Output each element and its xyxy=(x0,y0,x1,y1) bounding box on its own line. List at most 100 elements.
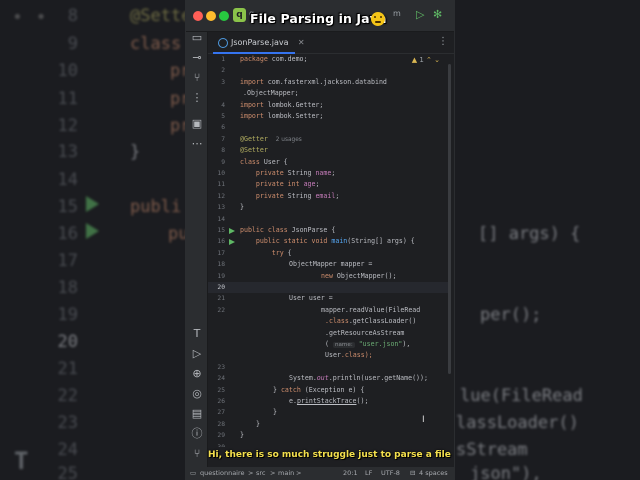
background-line-number: 19 xyxy=(57,305,78,325)
code-line: 27 } xyxy=(208,407,448,418)
tool-window-strip: ▭ ⊸ ⑂ ⋮ ▣ ⋯ T ▷ ⊕ ◎ ▤ ⓘ ⑂ xyxy=(186,32,208,480)
run-gutter-icon[interactable] xyxy=(229,227,235,234)
caret-position[interactable]: 20:1 xyxy=(343,467,358,480)
background-run-icon xyxy=(86,223,99,239)
line-number: 15 xyxy=(217,227,225,234)
line-number: 3 xyxy=(221,78,225,86)
terminal-icon[interactable]: ▤ xyxy=(191,408,203,420)
maven-icon[interactable]: T xyxy=(191,328,203,340)
code-text: JsonParse { xyxy=(287,226,336,234)
code-line: 28 } xyxy=(208,419,448,430)
code-editor[interactable]: ▲ 1 ⌃ ⌄ 1 package com.demo; 2 3 import c… xyxy=(208,54,454,447)
code-line: 14 xyxy=(208,214,448,225)
editor-scrollbar[interactable] xyxy=(448,64,451,374)
background-line-number: 21 xyxy=(57,359,78,379)
code-line: 29 } xyxy=(208,430,448,441)
background-line-number: 18 xyxy=(57,278,78,298)
run-icon[interactable]: ▷ xyxy=(416,8,424,21)
subtitle-caption: Hi, there is so much struggle just to pa… xyxy=(208,447,454,467)
field-name: out xyxy=(316,374,329,383)
services-icon[interactable]: ⊕ xyxy=(191,368,203,380)
zoom-window-button[interactable] xyxy=(219,11,229,21)
more-vertical-icon[interactable]: ⋮ xyxy=(438,36,448,47)
code-text: } xyxy=(273,408,277,417)
code-line: 18 ObjectMapper mapper = xyxy=(208,259,448,270)
code-text: ObjectMapper(); xyxy=(332,271,397,280)
line-ending[interactable]: LF xyxy=(365,467,372,480)
close-window-button[interactable] xyxy=(193,11,203,21)
breadcrumb-src[interactable]: src xyxy=(256,467,266,480)
git-icon[interactable]: ⑂ xyxy=(191,448,203,460)
background-line-number: 12 xyxy=(57,116,78,136)
tab-jsonparse[interactable]: JsonParse.java ✕ xyxy=(213,32,305,54)
code-line: 11 private int age; xyxy=(208,179,448,190)
background-line-number: 9 xyxy=(67,34,78,54)
indent-setting[interactable]: 4 spaces xyxy=(419,467,448,480)
tab-label: JsonParse.java xyxy=(231,38,289,47)
title-bar: q q m ▷ ✻ File Parsing in Java xyxy=(186,0,454,32)
commit-icon[interactable]: ⊸ xyxy=(191,52,203,64)
run-tool-icon[interactable]: ▷ xyxy=(191,348,203,360)
code-text: ( xyxy=(325,340,333,348)
code-line: 1 package com.demo; xyxy=(208,54,448,65)
breadcrumb-project[interactable]: questionnaire xyxy=(200,467,245,480)
usages-hint[interactable]: 2 usages xyxy=(276,137,302,143)
background-gutter: • • 8 9 10 11 12 13 14 15 16 17 18 19 20… xyxy=(0,0,120,480)
problems-icon[interactable]: ⓘ xyxy=(191,428,203,440)
status-bar: ▭ questionnaire > src > main > 20:1 LF U… xyxy=(186,467,454,480)
code-line: 5 import lombok.Setter; xyxy=(208,111,448,122)
video-title-overlay: File Parsing in Java xyxy=(250,11,387,26)
run-gutter-icon[interactable] xyxy=(229,238,235,245)
code-line: 25 } catch (Exception e) { xyxy=(208,385,448,396)
line-number: 4 xyxy=(221,101,225,109)
code-text: com.fasterxml.jackson.databind xyxy=(263,77,387,86)
code-text: } xyxy=(256,419,260,428)
background-line-number: 23 xyxy=(57,413,78,433)
background-code: [] args) { xyxy=(478,224,581,244)
run-config-selector[interactable]: m xyxy=(393,9,401,18)
code-text: } xyxy=(240,431,244,440)
line-number: 14 xyxy=(217,215,225,223)
code-text: .getResourceAsStream xyxy=(325,328,405,337)
code-text: ; xyxy=(331,169,336,177)
keyword: private xyxy=(255,169,284,177)
file-encoding[interactable]: UTF-8 xyxy=(381,467,400,480)
more-tools-icon[interactable]: ⋯ xyxy=(191,138,203,150)
keyword: .class); xyxy=(340,351,373,360)
code-line: 21 User user = xyxy=(208,293,448,304)
pull-requests-icon[interactable]: ⑂ xyxy=(191,72,203,84)
line-number: 12 xyxy=(217,192,225,200)
breadcrumb-main[interactable]: main xyxy=(278,467,294,480)
field-name: age xyxy=(303,180,316,189)
project-folder-icon[interactable]: ▭ xyxy=(191,32,203,44)
keyword: public xyxy=(240,226,264,234)
code-text: mapper.readValue(FileRead xyxy=(321,305,421,314)
keyword: try xyxy=(271,248,284,257)
minimize-window-button[interactable] xyxy=(206,11,216,21)
code-text: User xyxy=(325,351,341,360)
structure-icon[interactable]: ⋮ xyxy=(191,92,203,104)
code-text: e. xyxy=(289,397,297,405)
breadcrumb-separator: > xyxy=(248,469,254,477)
keyword: int xyxy=(287,180,300,189)
project-badge[interactable]: q xyxy=(233,8,246,22)
background-line-number: 20 xyxy=(57,332,78,352)
background-line-number: 15 xyxy=(57,197,78,217)
line-number: 6 xyxy=(221,124,225,132)
code-line: ( name: "user.json"), xyxy=(208,339,448,350)
code-text: lombok.Setter; xyxy=(263,112,324,120)
code-line: User.class); xyxy=(208,350,448,361)
code-text: { xyxy=(283,248,292,257)
profiler-icon[interactable]: ◎ xyxy=(191,388,203,400)
bookmarks-icon[interactable]: ▣ xyxy=(191,118,203,130)
background-tool-icon: T xyxy=(14,447,29,475)
keyword: package xyxy=(240,55,268,63)
thinking-face-emoji-icon xyxy=(371,12,385,26)
close-tab-icon[interactable]: ✕ xyxy=(298,32,305,54)
code-line: 2 xyxy=(208,65,448,76)
code-text: } xyxy=(273,385,281,394)
debug-icon[interactable]: ✻ xyxy=(433,8,442,21)
line-number: 23 xyxy=(217,363,225,371)
code-text: (String[] args) { xyxy=(347,237,415,246)
line-number: 16 xyxy=(217,238,225,246)
